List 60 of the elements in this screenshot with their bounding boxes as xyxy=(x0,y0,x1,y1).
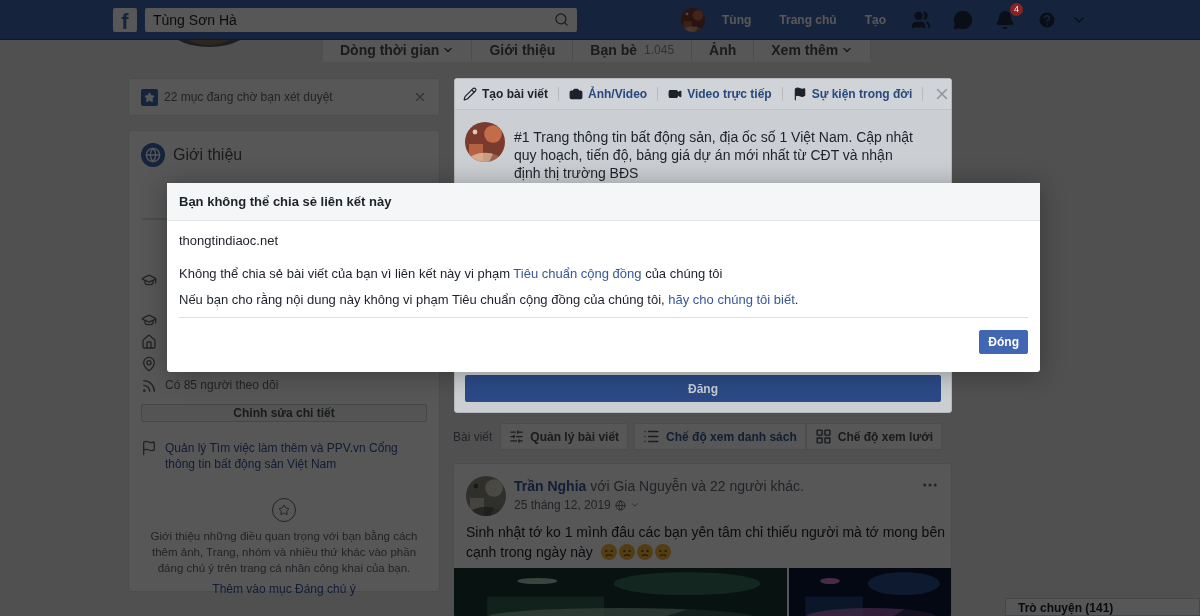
composer-tab[interactable]: Sự kiện trong đời xyxy=(792,87,924,101)
dialog-message: Không thể chia sẻ bài viết của bạn vì liên kết này vi phạm Tiêu chuẩn cộng đồng của chúng tôi xyxy=(179,265,724,282)
sad-face-icon xyxy=(600,544,617,560)
flag-icon xyxy=(141,440,157,456)
profile-tab[interactable]: Giới thiệu xyxy=(472,40,574,60)
grid-icon xyxy=(814,428,832,445)
composer-tab[interactable]: Video trực tiếp xyxy=(668,87,783,101)
post-text: cạnh trong ngày này xyxy=(466,543,593,562)
globe-icon[interactable] xyxy=(614,499,626,511)
caret-icon[interactable] xyxy=(629,500,640,510)
sad-face-icon xyxy=(636,544,653,560)
dialog-link[interactable]: Tiêu chuẩn cộng đồng xyxy=(513,266,642,281)
pencil-icon xyxy=(463,87,477,101)
nav-link[interactable]: Trang chủ xyxy=(768,13,848,27)
add-featured-link[interactable]: Thêm vào mục Đáng chú ý xyxy=(212,582,356,596)
nav-link[interactable]: Tạo xyxy=(853,13,897,27)
list-icon xyxy=(643,428,661,445)
map-pin-icon xyxy=(141,356,157,372)
flag-icon xyxy=(792,87,807,101)
dialog-message: Nếu bạn cho rằng nội dung này không vi phạm Tiêu chuẩn cộng đồng của chúng tôi, hãy cho chúng tôi biết. xyxy=(179,291,800,308)
sad-face-icon xyxy=(618,544,635,560)
bell-icon[interactable] xyxy=(995,10,1015,30)
profile-link[interactable]: Tùng xyxy=(711,13,763,27)
composer-tab[interactable]: Tạo bài viết xyxy=(463,87,560,101)
profile-tab[interactable]: Xem thêm xyxy=(754,40,872,60)
composer-text[interactable]: #1 Trang thông tin bất động sản, địa ốc số 1 Việt Nam. Cập nhật quy hoạch, tiến độ, bảng giá dự án mới nhất từ CĐT và nhận định thị trường BĐS xyxy=(514,128,914,182)
chat-bubble-icon[interactable] xyxy=(953,10,973,30)
dialog-title: Bạn không thể chia sẻ liên kết này xyxy=(167,183,1040,221)
profile-tab[interactable]: Dòng thời gian xyxy=(323,40,473,60)
close-button[interactable]: Đóng xyxy=(979,330,1028,354)
help-icon[interactable] xyxy=(1037,10,1057,30)
intro-title: Giới thiệu xyxy=(173,146,243,164)
post-text: Sinh nhật tớ ko 1 mình đâu các bạn yên tâm chỉ thiếu người mà tớ mong bên xyxy=(466,523,945,542)
composer-tab[interactable]: Ảnh/Video xyxy=(569,87,659,101)
notification-count: 4 xyxy=(1010,3,1023,16)
graduation-cap-icon xyxy=(141,312,157,328)
edit-details-button[interactable]: Chỉnh sửa chi tiết xyxy=(141,404,427,422)
rss-icon xyxy=(141,378,157,394)
logo[interactable]: f xyxy=(113,8,137,32)
dialog-link[interactable]: hãy cho chúng tôi biết xyxy=(668,292,795,307)
house-icon xyxy=(141,334,157,350)
search-field[interactable]: Tùng Sơn Hà xyxy=(145,8,577,32)
camera-icon xyxy=(569,87,584,101)
video-camera-icon xyxy=(668,87,683,101)
friends-icon[interactable] xyxy=(911,10,931,30)
view-toggle[interactable]: Chế độ xem lưới xyxy=(805,423,942,450)
chat-tab[interactable]: Trò chuyện (141) xyxy=(1005,598,1200,616)
author-link[interactable]: Trần Nghia xyxy=(514,478,587,494)
close-icon[interactable] xyxy=(413,90,427,104)
profile-tab[interactable]: Ảnh xyxy=(692,40,755,60)
manage-posts-button[interactable]: Quản lý bài viết xyxy=(500,423,629,450)
post-button[interactable]: Đăng xyxy=(465,375,941,402)
globe-icon xyxy=(141,143,165,167)
sad-face-icon xyxy=(654,544,671,560)
sliders-icon xyxy=(509,429,525,444)
view-toggle[interactable]: Chế độ xem danh sách xyxy=(634,423,806,450)
link-domain: thongtindiaoc.net xyxy=(179,233,280,248)
search-icon[interactable] xyxy=(554,12,569,27)
graduation-cap-icon xyxy=(141,272,157,288)
managed-page-text[interactable]: Quản lý Tìm việc làm thêm và PPV.vn Cổng thông tin bất động sản Việt Nam xyxy=(165,440,427,472)
